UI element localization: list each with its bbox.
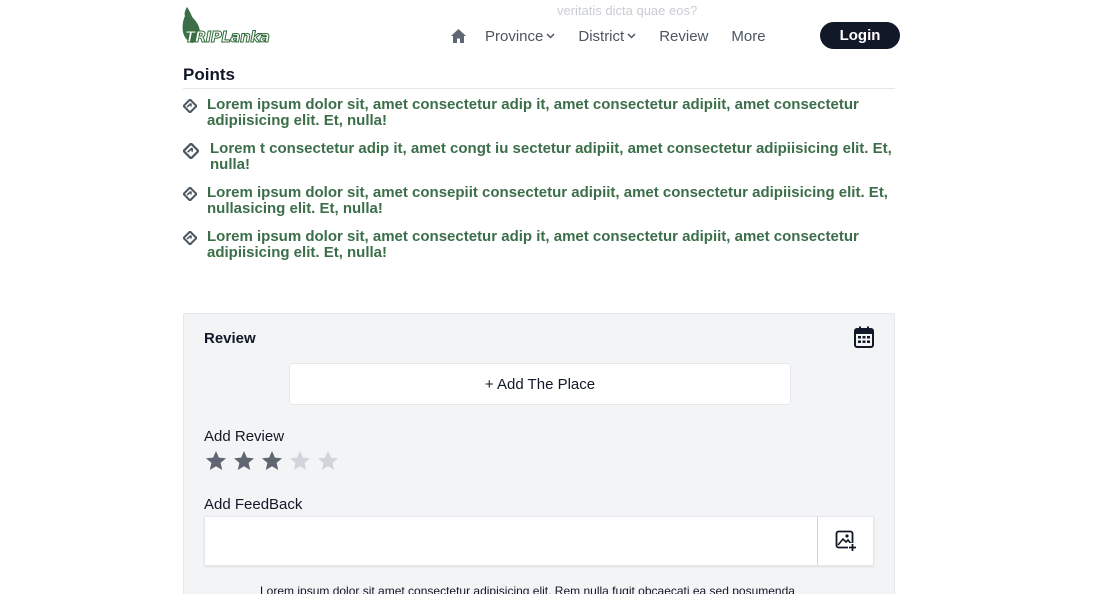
star-icon[interactable]	[316, 450, 340, 472]
nav-province-label: Province	[485, 27, 544, 45]
point-text: Lorem ipsum dolor sit, amet consectetur …	[207, 228, 859, 261]
direction-sign-icon	[183, 231, 197, 245]
points-title: Points	[183, 65, 235, 84]
login-button[interactable]: Login	[820, 22, 900, 49]
star-rating[interactable]	[204, 450, 344, 472]
add-image-icon	[835, 530, 857, 552]
star-icon[interactable]	[204, 450, 228, 472]
point-item: Lorem t consectetur adip it, amet congt …	[183, 141, 895, 173]
add-review-label: Add Review	[204, 428, 285, 445]
calendar-icon[interactable]	[854, 326, 874, 353]
feedback-input[interactable]	[205, 517, 817, 565]
direction-sign-icon	[183, 99, 197, 113]
star-icon[interactable]	[260, 450, 284, 472]
direction-sign-icon	[183, 143, 199, 159]
footer-note: Lorem ipsum dolor sit amet consectetur a…	[260, 584, 795, 594]
nav-province[interactable]: Province	[485, 28, 555, 45]
nav-district-label: District	[578, 27, 625, 45]
point-item: Lorem ipsum dolor sit, amet consepiit co…	[183, 185, 895, 217]
direction-sign-icon	[183, 187, 197, 201]
page: veritatis dicta quae eos? TRIPLanka Prov…	[0, 0, 1096, 594]
logo-text: TRIPLanka	[184, 28, 270, 47]
star-icon[interactable]	[232, 450, 256, 472]
point-item: Lorem ipsum dolor sit, amet consectetur …	[183, 97, 895, 129]
point-text: Lorem t consectetur adip it, amet congt …	[210, 140, 892, 173]
main-nav: Province District Review More	[450, 22, 789, 50]
review-title: Review	[204, 330, 256, 347]
star-icon[interactable]	[288, 450, 312, 472]
chevron-down-icon	[627, 33, 636, 39]
chevron-down-icon	[546, 33, 555, 39]
header: TRIPLanka Province District Review More …	[0, 0, 1096, 62]
logo[interactable]: TRIPLanka	[181, 6, 273, 47]
feedback-box	[204, 516, 874, 566]
home-icon[interactable]	[450, 28, 467, 44]
review-card: Review + Add The Place Add Review Add Fe…	[183, 313, 895, 594]
nav-more[interactable]: More	[731, 28, 765, 45]
image-upload-button[interactable]	[817, 517, 874, 565]
feedback-label: Add FeedBack	[204, 496, 303, 513]
point-item: Lorem ipsum dolor sit, amet consectetur …	[183, 229, 895, 261]
add-place-button[interactable]: + Add The Place	[289, 363, 791, 405]
point-text: Lorem ipsum dolor sit, amet consectetur …	[207, 96, 859, 129]
points-list: Lorem ipsum dolor sit, amet consectetur …	[183, 97, 895, 273]
nav-review[interactable]: Review	[659, 28, 708, 45]
point-text: Lorem ipsum dolor sit, amet consepiit co…	[207, 184, 888, 217]
nav-district[interactable]: District	[578, 28, 636, 45]
divider	[183, 88, 895, 89]
